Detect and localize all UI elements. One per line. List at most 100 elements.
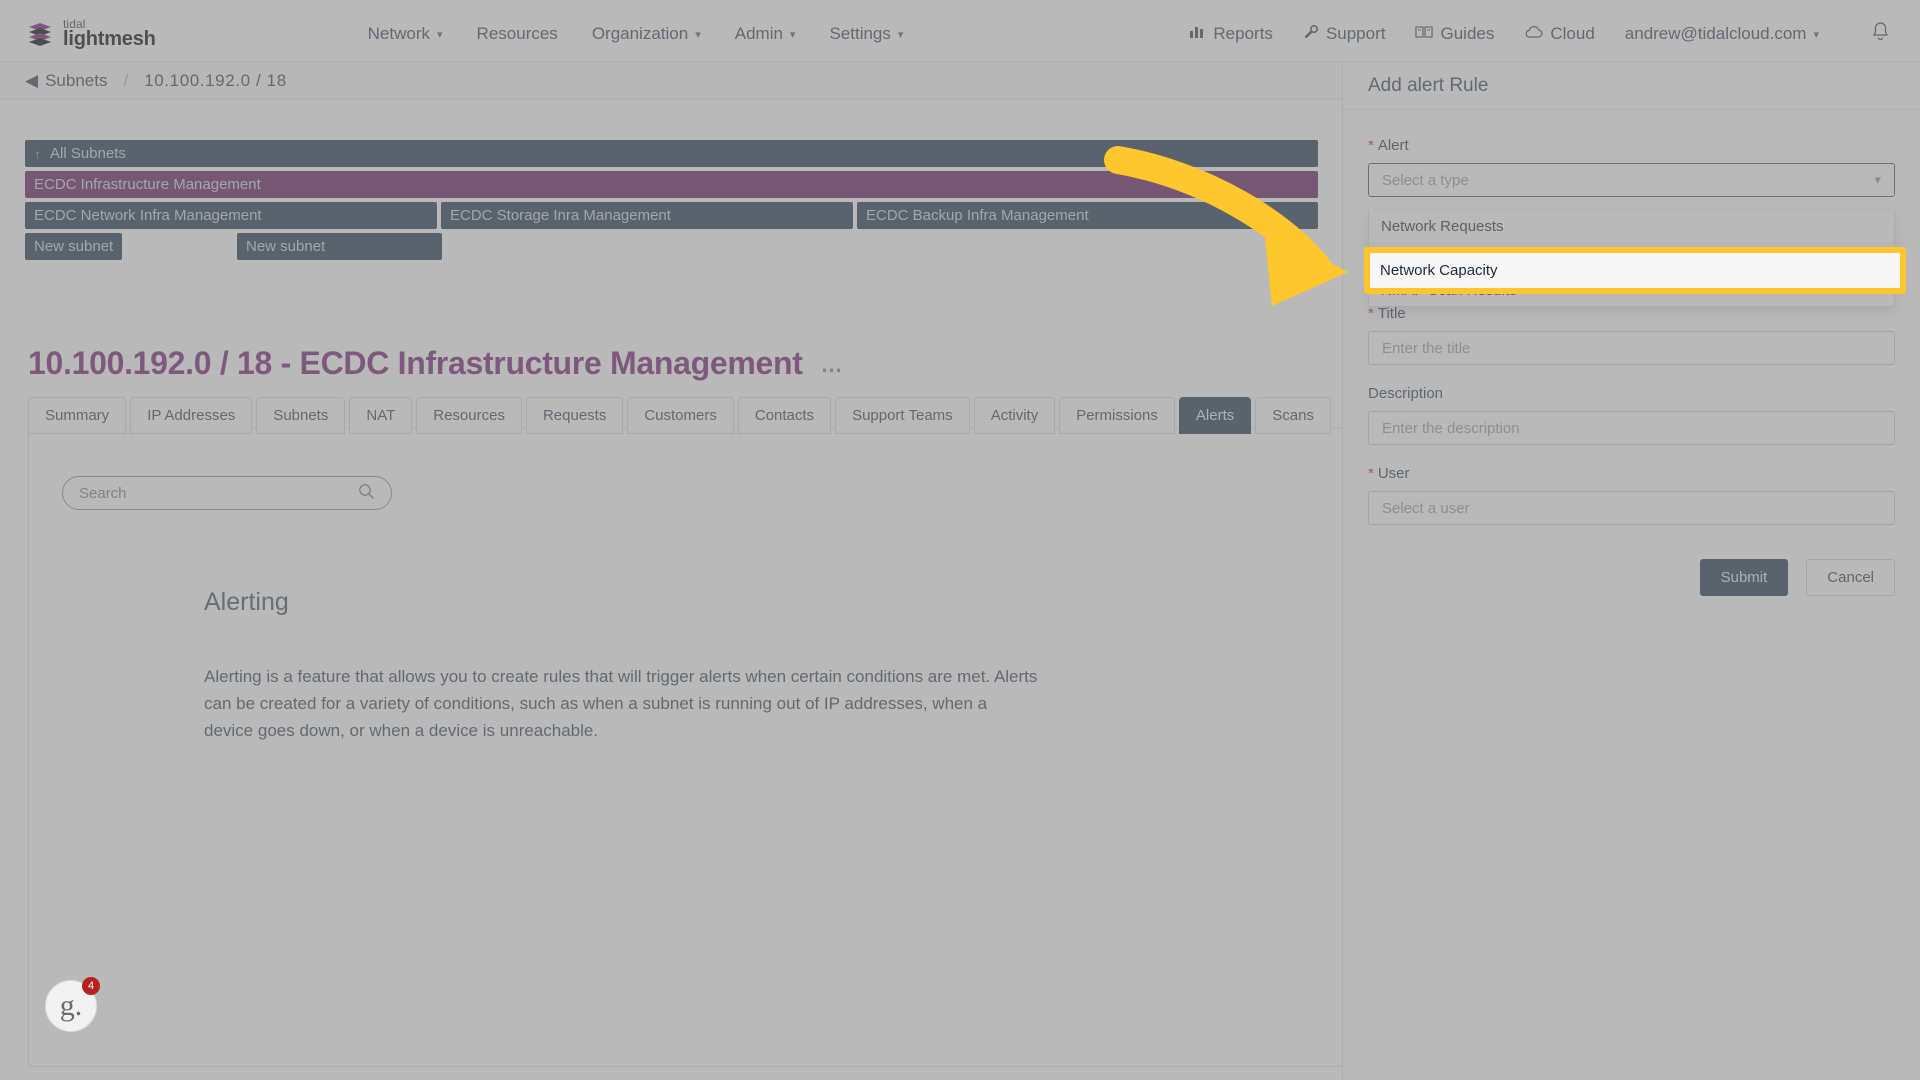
subnet-box-label: ECDC Backup Infra Management: [866, 207, 1089, 224]
subnet-box-ecdc-backup-infra-management[interactable]: ECDC Backup Infra Management: [857, 202, 1318, 229]
field-user: * User Select a user: [1368, 465, 1895, 525]
subnet-map-row: New subnet New subnet: [25, 233, 1318, 260]
subnet-box-ecdc-storage-inra-management[interactable]: ECDC Storage Inra Management: [441, 202, 853, 229]
search-input[interactable]: Search: [62, 476, 392, 510]
lightmesh-logo-icon: [26, 20, 54, 48]
search-input-text: Search: [79, 484, 127, 502]
wrench-icon: [1303, 24, 1319, 45]
secondary-nav: Reports Support Guides Cloud andrew@tida…: [1189, 18, 1894, 51]
nav-item-settings[interactable]: Settings ▾: [829, 18, 903, 50]
chevron-down-icon: ▾: [1874, 172, 1881, 187]
tab-scans[interactable]: Scans: [1255, 397, 1331, 434]
guide-widget-letter: g.: [59, 989, 83, 1022]
nav-label: Guides: [1440, 24, 1495, 43]
nav-item-admin[interactable]: Admin ▾: [735, 18, 796, 50]
nav-label: Resources: [476, 24, 558, 43]
search-icon[interactable]: [358, 483, 375, 504]
required-marker: *: [1368, 305, 1374, 322]
tab-requests[interactable]: Requests: [525, 397, 624, 434]
breadcrumb-separator: /: [123, 70, 129, 90]
field-description: Description Enter the description: [1368, 385, 1895, 445]
subnet-box-label: ECDC Storage Inra Management: [450, 207, 671, 224]
nav-label: Support: [1325, 24, 1386, 43]
chevron-down-icon: ▾: [789, 28, 796, 41]
field-description-label: Description: [1368, 385, 1444, 402]
subnet-box-all-subnets[interactable]: ↑ All Subnets: [25, 140, 1318, 167]
nav-item-organization[interactable]: Organization ▾: [592, 18, 701, 50]
nav-label: Network: [367, 24, 431, 43]
tab-alerts[interactable]: Alerts: [1178, 397, 1252, 434]
field-alert: * Alert Select a type ▾: [1368, 137, 1895, 197]
chart-bar-icon: [1189, 24, 1206, 44]
subnet-map-row: ↑ All Subnets: [25, 140, 1318, 167]
alert-type-select[interactable]: Select a type ▾: [1368, 163, 1895, 197]
subnet-map-row: ECDC Infrastructure Management: [25, 171, 1318, 198]
cancel-button[interactable]: Cancel: [1806, 559, 1895, 596]
subnet-map-row: ECDC Network Infra Management ECDC Stora…: [25, 202, 1318, 229]
brand-logo-group[interactable]: tidal lightmesh: [26, 18, 156, 50]
title-input[interactable]: Enter the title: [1368, 331, 1895, 365]
field-title-label: * Title: [1368, 305, 1895, 322]
subnet-box-new-subnet-1[interactable]: New subnet: [25, 233, 122, 260]
submit-button[interactable]: Submit: [1699, 559, 1789, 596]
annotation-highlight-box: Network Capacity: [1364, 247, 1906, 294]
page-title: 10.100.192.0 / 18 - ECDC Infrastructure …: [28, 345, 843, 382]
chevron-down-icon: ▾: [695, 28, 701, 41]
nav-item-guides[interactable]: Guides: [1415, 18, 1494, 50]
subnet-box-ecdc-network-infra-management[interactable]: ECDC Network Infra Management: [25, 202, 437, 229]
subnet-box-new-subnet-2[interactable]: New subnet: [237, 233, 442, 260]
cloud-icon: [1524, 24, 1543, 44]
nav-item-support[interactable]: Support: [1303, 18, 1386, 51]
chevron-down-icon: ▾: [437, 28, 443, 41]
breadcrumb-back-subnets[interactable]: ◀ Subnets: [25, 71, 107, 91]
subnet-map: ↑ All Subnets ECDC Infrastructure Manage…: [0, 140, 1343, 264]
tab-permissions[interactable]: Permissions: [1059, 397, 1175, 434]
tab-nat[interactable]: NAT: [349, 397, 413, 434]
tab-summary[interactable]: Summary: [28, 397, 127, 434]
tab-contacts[interactable]: Contacts: [737, 397, 832, 434]
tab-support-teams[interactable]: Support Teams: [835, 397, 970, 434]
subnet-box-label: All Subnets: [50, 145, 126, 162]
tab-subnets[interactable]: Subnets: [256, 397, 346, 434]
arrow-up-icon: ↑: [34, 145, 41, 162]
field-user-label-text: User: [1377, 465, 1410, 482]
dropdown-option-network-requests[interactable]: Network Requests: [1369, 210, 1894, 242]
page-title-text: 10.100.192.0 / 18 - ECDC Infrastructure …: [28, 345, 803, 381]
title-input-value: Enter the title: [1382, 339, 1471, 357]
app-window: tidal lightmesh Network ▾ Resources Orga…: [0, 0, 1920, 1080]
chevron-down-icon: ▾: [897, 28, 904, 41]
nav-item-reports[interactable]: Reports: [1189, 18, 1273, 50]
bell-icon[interactable]: [1871, 21, 1890, 47]
page-more-menu-icon[interactable]: …: [821, 352, 843, 382]
alerting-heading: Alerting: [204, 588, 289, 616]
guide-widget-count: 4: [82, 977, 100, 995]
subnet-box-ecdc-infrastructure-management[interactable]: ECDC Infrastructure Management: [25, 171, 1318, 198]
book-icon: [1415, 24, 1434, 44]
nav-label: Organization: [591, 24, 689, 43]
tab-ip-addresses[interactable]: IP Addresses: [130, 397, 253, 434]
subnet-box-label: ECDC Infrastructure Management: [34, 176, 261, 193]
drawer-actions: Submit Cancel: [1368, 559, 1895, 596]
chevron-down-icon: ▾: [1813, 28, 1819, 41]
description-input[interactable]: Enter the description: [1368, 411, 1895, 445]
tab-customers[interactable]: Customers: [627, 397, 734, 434]
subnet-box-label: ECDC Network Infra Management: [34, 207, 262, 224]
guide-widget-badge[interactable]: g. 4: [45, 977, 100, 1032]
tab-activity[interactable]: Activity: [973, 397, 1056, 434]
required-marker: *: [1368, 465, 1374, 482]
nav-item-resources[interactable]: Resources: [477, 18, 558, 50]
chevron-left-icon: ◀: [25, 70, 39, 90]
field-title-label-text: Title: [1377, 305, 1406, 322]
annotation-highlight-label[interactable]: Network Capacity: [1370, 253, 1900, 288]
user-select-value: Select a user: [1382, 499, 1470, 517]
required-marker: *: [1368, 137, 1374, 154]
nav-item-network[interactable]: Network ▾: [368, 18, 443, 50]
field-alert-label-text: Alert: [1377, 137, 1409, 154]
nav-item-user-account[interactable]: andrew@tidalcloud.com ▾: [1625, 18, 1819, 50]
tab-resources[interactable]: Resources: [416, 397, 522, 434]
user-select[interactable]: Select a user: [1368, 491, 1895, 525]
nav-label: Cloud: [1550, 24, 1595, 43]
nav-item-cloud[interactable]: Cloud: [1524, 18, 1595, 50]
nav-label: Settings: [829, 24, 891, 43]
nav-label: Reports: [1213, 24, 1273, 43]
